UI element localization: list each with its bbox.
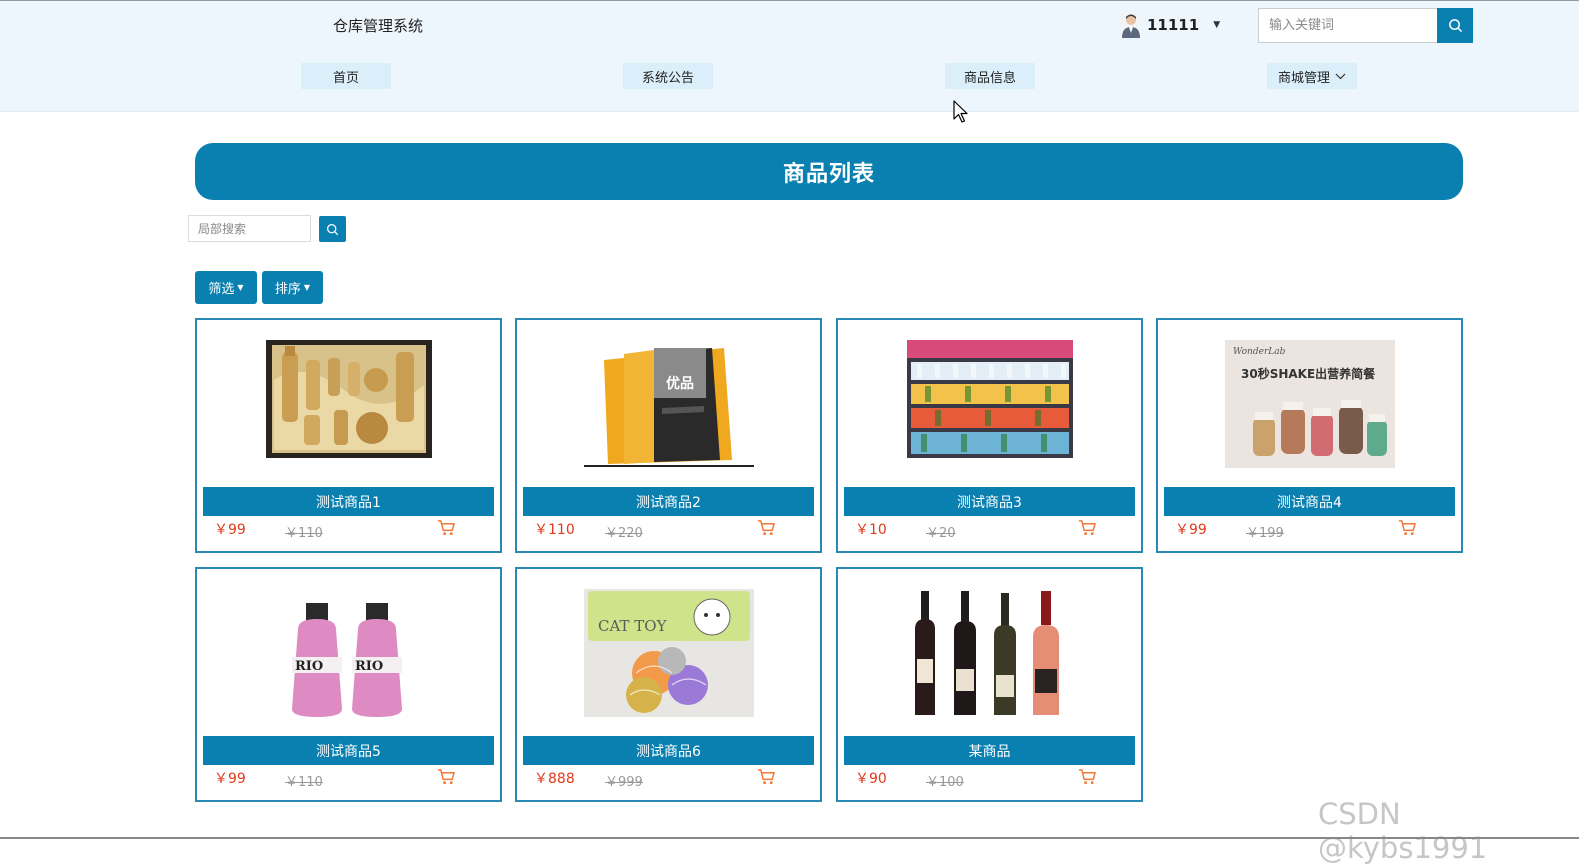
product-card[interactable]: 优品 测试商品2 ￥110 ￥220	[515, 318, 822, 553]
product5-label: RIO	[355, 659, 383, 674]
product-name[interactable]: 测试商品3	[844, 487, 1135, 516]
header-search	[1258, 8, 1474, 43]
cat-toy-balls-image: CAT TOY	[583, 589, 754, 717]
product-card[interactable]: WonderLab 30秒SHAKE出营养简餐 测试商品4 ￥99 ￥199	[1156, 318, 1463, 553]
nav-product-info-label: 商品信息	[963, 70, 1016, 86]
product-price: ￥90	[855, 771, 887, 787]
nav-announcements[interactable]: 系统公告	[623, 63, 713, 89]
product-price: ￥99	[1175, 522, 1207, 538]
filter-label: 筛选	[208, 282, 235, 297]
chevron-down-icon	[1335, 73, 1346, 79]
product-original-price: ￥110	[285, 526, 323, 541]
pet-food-bag-image: 优品	[583, 340, 754, 468]
product-price: ￥110	[534, 522, 575, 538]
nav-announcements-label: 系统公告	[641, 70, 694, 86]
watermark: CSDN @kybs1991	[1318, 797, 1488, 865]
product2-brand: 优品	[666, 375, 694, 392]
product4-image-text: 30秒SHAKE出营养简餐	[1241, 366, 1376, 381]
caret-down-icon: ▼	[303, 283, 311, 292]
product4-brand: WonderLab	[1233, 347, 1286, 357]
product-name[interactable]: 测试商品6	[523, 736, 814, 765]
product-name[interactable]: 某商品	[844, 736, 1135, 765]
nav-home-label: 首页	[332, 70, 359, 86]
user-menu[interactable]: 11111 ▼	[1120, 11, 1220, 39]
caret-down-icon: ▼	[237, 283, 244, 292]
nav-home[interactable]: 首页	[301, 63, 391, 89]
rio-cocktail-bottles-image: RIO RIO	[263, 589, 434, 717]
product-price: ￥99	[214, 771, 246, 787]
product-original-price: ￥199	[1246, 526, 1284, 541]
product-price: ￥888	[534, 771, 575, 787]
product-price: ￥10	[855, 522, 887, 538]
site-brand[interactable]: 仓库管理系统	[333, 15, 423, 36]
product-image[interactable]: CAT TOY	[583, 589, 754, 717]
product-price: ￥99	[214, 522, 246, 538]
product-card[interactable]: CAT TOY 测试商品6 ￥888 ￥999	[515, 567, 822, 802]
product-name[interactable]: 测试商品5	[203, 736, 494, 765]
site-header: 仓库管理系统 11111 ▼ 首页 系统公告 商品信息 商城管理	[0, 1, 1579, 112]
product-name[interactable]: 测试商品4	[1164, 487, 1455, 516]
cart-icon[interactable]	[1398, 518, 1417, 537]
product-name[interactable]: 测试商品2	[523, 487, 814, 516]
page-title: 商品列表	[195, 143, 1463, 200]
nav-mall-management[interactable]: 商城管理	[1267, 63, 1357, 89]
cart-icon[interactable]	[1078, 518, 1097, 537]
cosmetics-gift-set-image	[263, 340, 434, 468]
filter-dropdown-button[interactable]: 筛选 ▼	[195, 271, 257, 304]
product-image[interactable]	[263, 340, 434, 468]
product5-label: RIO	[295, 659, 323, 674]
header-search-input[interactable]	[1258, 8, 1437, 43]
wine-bottles-image	[904, 589, 1075, 717]
cart-icon[interactable]	[437, 767, 456, 786]
product-original-price: ￥100	[926, 775, 964, 790]
local-search-input[interactable]	[188, 215, 311, 242]
product-name[interactable]: 测试商品1	[203, 487, 494, 516]
product6-label: CAT TOY	[598, 617, 668, 635]
mouse-pointer-icon	[953, 100, 968, 123]
search-icon	[326, 223, 339, 235]
nav-product-info[interactable]: 商品信息	[945, 63, 1035, 89]
sort-dropdown-button[interactable]: 排序 ▼	[262, 271, 323, 304]
shake-meal-bottles-image: WonderLab 30秒SHAKE出营养简餐	[1224, 340, 1395, 468]
product-image[interactable]	[904, 340, 1075, 468]
cart-icon[interactable]	[757, 767, 776, 786]
product-original-price: ￥220	[605, 526, 643, 541]
cart-icon[interactable]	[437, 518, 456, 537]
cart-icon[interactable]	[757, 518, 776, 537]
window-bottom-border	[0, 837, 1579, 839]
sort-label: 排序	[274, 282, 301, 297]
username[interactable]: 11111	[1147, 16, 1199, 34]
product-image[interactable]: RIO RIO	[263, 589, 434, 717]
header-search-button[interactable]	[1437, 8, 1473, 43]
product-card[interactable]: RIO RIO 测试商品5 ￥99 ￥110	[195, 567, 502, 802]
product-card[interactable]: 测试商品1 ￥99 ￥110	[195, 318, 502, 553]
caret-down-icon[interactable]: ▼	[1213, 20, 1220, 30]
product-card[interactable]: 测试商品3 ￥10 ￥20	[836, 318, 1143, 553]
nav-mall-management-label: 商城管理	[1277, 70, 1330, 86]
product-card[interactable]: 某商品 ￥90 ￥100	[836, 567, 1143, 802]
drinks-shelf-image	[904, 340, 1075, 468]
product-original-price: ￥20	[926, 526, 956, 541]
search-icon	[1448, 19, 1462, 33]
product-original-price: ￥999	[605, 775, 643, 790]
product-image[interactable]: WonderLab 30秒SHAKE出营养简餐	[1224, 340, 1395, 468]
product-image[interactable]	[904, 589, 1075, 717]
avatar	[1120, 12, 1142, 38]
product-image[interactable]: 优品	[583, 340, 754, 468]
local-search-button[interactable]	[319, 216, 346, 242]
cart-icon[interactable]	[1078, 767, 1097, 786]
product-original-price: ￥110	[285, 775, 323, 790]
